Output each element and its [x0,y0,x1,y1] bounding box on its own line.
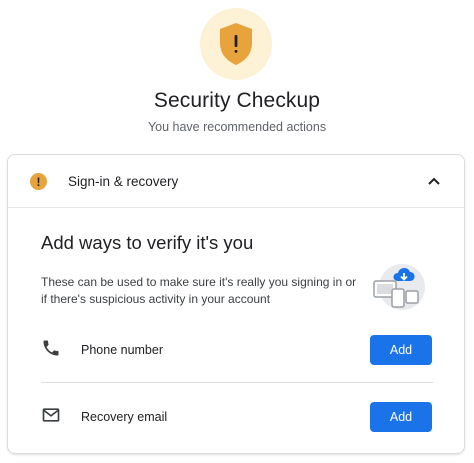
card-header-toggle[interactable]: ! Sign-in & recovery [8,155,464,208]
section-title: Add ways to verify it's you [41,232,254,253]
row-divider [41,382,433,383]
recovery-email-label: Recovery email [81,410,168,424]
sign-in-recovery-card: ! Sign-in & recovery Add ways to verify … [7,154,465,454]
card-header-label: Sign-in & recovery [68,174,179,189]
add-phone-button[interactable]: Add [370,335,432,365]
page-subtitle: You have recommended actions [147,120,327,134]
mail-icon [41,405,63,427]
hero-badge [200,8,272,80]
phone-icon [41,338,63,360]
phone-number-label: Phone number [81,343,164,357]
section-description: These can be used to make sure it's real… [41,275,357,306]
chevron-up-icon[interactable] [426,173,442,189]
cloud-download-devices-icon [368,263,426,313]
shield-warning-icon [220,23,252,65]
page-title: Security Checkup [153,89,321,112]
warning-icon: ! [30,173,47,190]
page-header: Security Checkup You have recommended ac… [0,0,474,150]
add-recovery-email-button[interactable]: Add [370,402,432,432]
